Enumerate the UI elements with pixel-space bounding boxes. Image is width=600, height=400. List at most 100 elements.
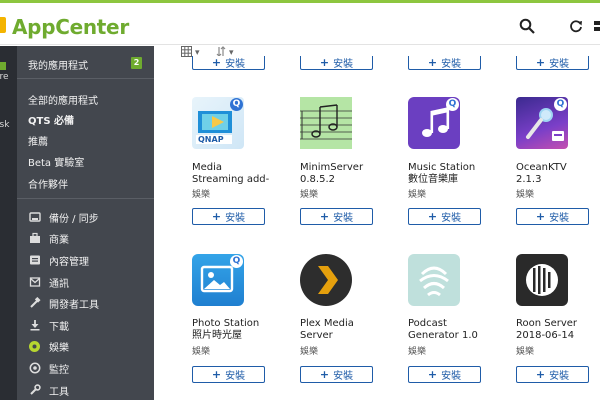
appcenter-logo-icon — [0, 17, 6, 33]
download-icon — [28, 319, 41, 332]
plus-icon: + — [211, 210, 222, 223]
qnap-badge: Q — [230, 255, 243, 268]
plus-icon: + — [211, 56, 222, 69]
app-category: 娛樂 — [516, 190, 535, 200]
app-category: 娛樂 — [192, 347, 211, 357]
app-name[interactable]: MinimServer 0.8.5.2 — [300, 162, 400, 186]
app-category: 娛樂 — [192, 190, 211, 200]
app-name[interactable]: Music Station 數位音樂庫 — [408, 162, 508, 186]
category-label: 監控 — [49, 364, 69, 376]
app-name[interactable]: Podcast Generator 1.0 — [408, 318, 508, 342]
plus-icon: + — [535, 210, 546, 223]
backup-icon — [28, 211, 41, 224]
sidebar-category-developer-tools[interactable]: 開發者工具 — [28, 295, 99, 311]
install-button[interactable]: + 安裝 — [300, 56, 373, 70]
app-category: 娛樂 — [300, 347, 319, 357]
install-button[interactable]: + 安裝 — [516, 366, 589, 383]
sidebar-category-business[interactable]: 商業 — [28, 230, 69, 246]
plus-icon: + — [319, 368, 330, 381]
sidebar-category-surveillance[interactable]: 監控 — [28, 360, 69, 376]
sidebar-divider — [17, 198, 154, 199]
minimserver-icon[interactable] — [300, 97, 352, 149]
oceanktv-icon[interactable]: Q — [516, 97, 568, 149]
strip-label[interactable]: ore — [0, 72, 9, 82]
strip-accent — [0, 62, 6, 70]
sidebar-category-backup-sync[interactable]: 備份 / 同步 — [28, 209, 99, 225]
sidebar-item-recommended[interactable]: 推薦 — [28, 133, 48, 148]
plus-icon: + — [319, 56, 330, 69]
content-icon — [28, 254, 41, 267]
communication-icon — [28, 276, 41, 289]
category-label: 娛樂 — [49, 342, 69, 354]
plus-icon: + — [211, 368, 222, 381]
plus-icon: + — [427, 368, 438, 381]
photo-station-icon[interactable]: Q — [192, 254, 244, 306]
category-label: 備份 / 同步 — [49, 213, 99, 225]
app-category: 娛樂 — [516, 347, 535, 357]
install-button[interactable]: + 安裝 — [408, 208, 481, 225]
refresh-icon[interactable] — [567, 17, 585, 35]
plus-icon: + — [535, 56, 546, 69]
app-header: AppCenter — [0, 3, 600, 45]
sidebar-category-download[interactable]: 下載 — [28, 317, 69, 333]
plus-icon: + — [427, 56, 438, 69]
my-apps-count-badge: 2 — [131, 57, 142, 69]
install-button[interactable]: + 安裝 — [516, 208, 589, 225]
developer-tools-icon — [28, 297, 41, 310]
sidebar-category-tools[interactable]: 工具 — [28, 382, 69, 398]
plex-icon[interactable] — [300, 254, 352, 306]
install-button[interactable]: + 安裝 — [192, 208, 265, 225]
tools-icon — [28, 384, 41, 397]
category-label: 內容管理 — [49, 256, 89, 268]
podcast-icon[interactable] — [408, 254, 460, 306]
app-grid-panel: ▾ ▾ + 安裝 + 安裝 + 安裝 + 安裝 QNAP Q Media Streami… — [154, 46, 600, 400]
plus-icon: + — [427, 210, 438, 223]
sidebar-category-communication[interactable]: 通訊 — [28, 274, 69, 290]
media-streaming-icon[interactable]: QNAP Q — [192, 97, 244, 149]
grid-view-icon — [181, 46, 192, 60]
roon-icon[interactable] — [516, 254, 568, 306]
app-category: 娛樂 — [408, 347, 427, 357]
install-button[interactable]: + 安裝 — [300, 366, 373, 383]
sidebar: 我的應用程式 2 全部的應用程式 QTS 必備 推薦 Beta 實驗室 合作夥伴… — [17, 46, 154, 400]
install-button[interactable]: + 安裝 — [516, 56, 589, 70]
install-button[interactable]: + 安裝 — [300, 208, 373, 225]
business-icon — [28, 232, 41, 245]
app-title: AppCenter — [12, 15, 129, 39]
entertainment-icon — [28, 340, 41, 353]
more-icon[interactable] — [590, 17, 600, 35]
qnap-badge: Q — [554, 98, 567, 111]
qnap-logo-text: QNAP — [198, 135, 224, 144]
category-label: 工具 — [49, 386, 69, 398]
plus-icon: + — [535, 368, 546, 381]
install-button[interactable]: + 安裝 — [192, 56, 265, 70]
app-category: 娛樂 — [300, 190, 319, 200]
sidebar-item-partners[interactable]: 合作夥伴 — [28, 176, 68, 191]
search-icon[interactable] — [518, 17, 536, 35]
app-name[interactable]: Photo Station 照片時光屋 — [192, 318, 292, 342]
category-label: 下載 — [49, 321, 69, 333]
install-button[interactable]: + 安裝 — [408, 366, 481, 383]
sidebar-category-entertainment[interactable]: 娛樂 — [28, 338, 69, 354]
music-station-icon[interactable]: Q — [408, 97, 460, 149]
category-label: 開發者工具 — [49, 299, 99, 311]
sidebar-item-beta-lab[interactable]: Beta 實驗室 — [28, 154, 84, 169]
sidebar-category-content-management[interactable]: 內容管理 — [28, 252, 89, 268]
sidebar-item-qts-essentials[interactable]: QTS 必備 — [28, 112, 74, 127]
install-button[interactable]: + 安裝 — [192, 366, 265, 383]
install-button[interactable]: + 安裝 — [408, 56, 481, 70]
sidebar-item-my-apps[interactable]: 我的應用程式 — [28, 57, 88, 72]
main-menu-strip: ore esk n — [0, 46, 17, 400]
sidebar-item-all-apps[interactable]: 全部的應用程式 — [28, 92, 98, 107]
category-label: 商業 — [49, 234, 69, 246]
category-label: 通訊 — [49, 278, 69, 290]
plus-icon: + — [319, 210, 330, 223]
strip-label[interactable]: esk — [0, 120, 9, 130]
app-name[interactable]: Media Streaming add- — [192, 162, 292, 186]
qnap-badge: Q — [230, 98, 243, 111]
app-name[interactable]: Roon Server 2018-06-14 — [516, 318, 600, 342]
app-name[interactable]: Plex Media Server — [300, 318, 400, 342]
app-category: 娛樂 — [408, 190, 427, 200]
app-name[interactable]: OceanKTV 2.1.3 — [516, 162, 600, 186]
qnap-badge: Q — [446, 98, 459, 111]
